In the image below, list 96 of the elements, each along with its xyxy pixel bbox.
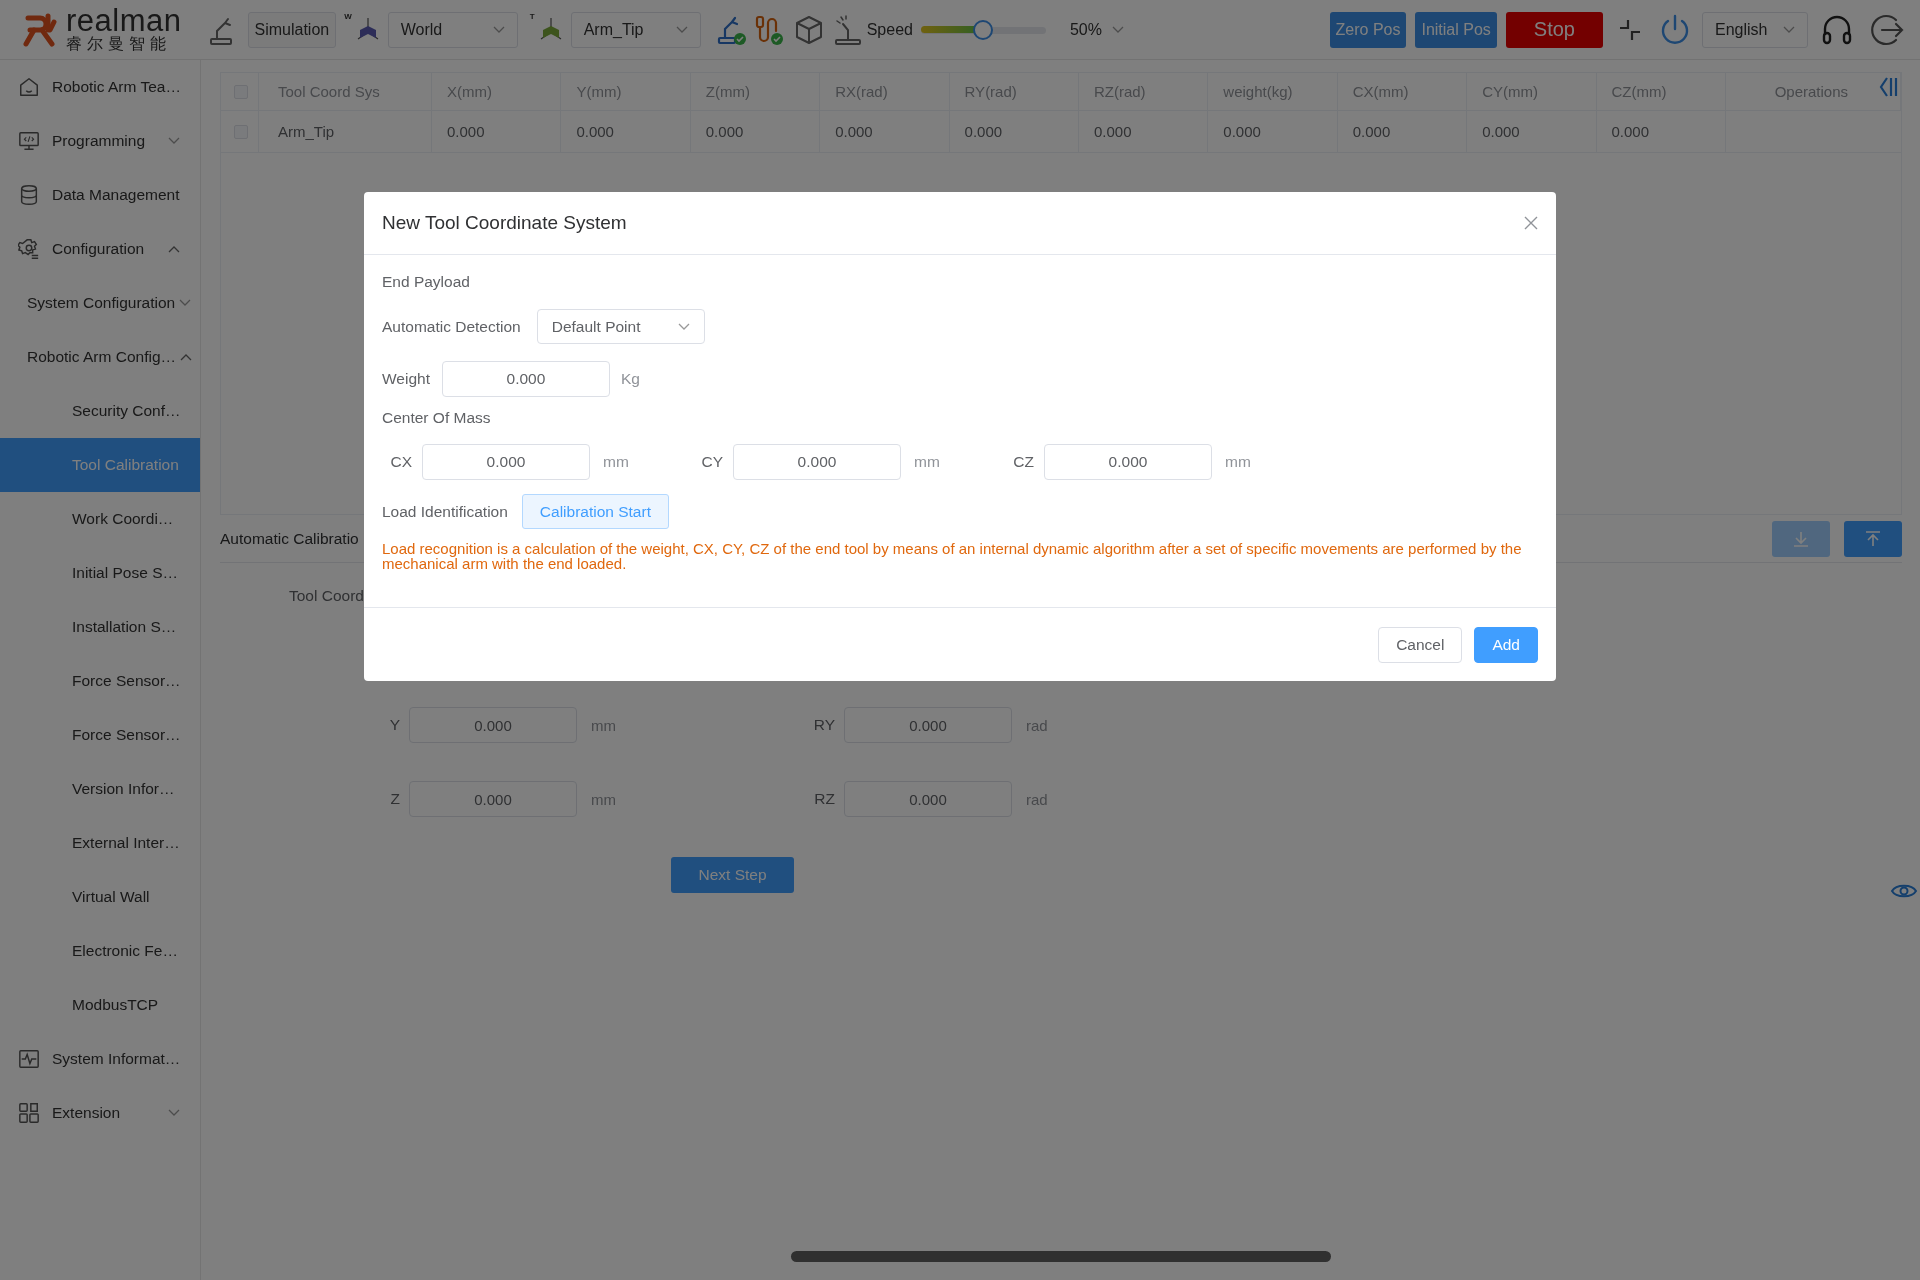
- sidebar-item[interactable]: Version Infor…: [0, 762, 200, 816]
- collapse-panel-icon[interactable]: [1879, 75, 1899, 99]
- field-label: Z: [389, 790, 400, 808]
- table-cell: 0.000: [1078, 111, 1209, 152]
- caret-icon: [492, 25, 505, 34]
- unit-label: Kg: [620, 370, 640, 388]
- table-cell: 0.000: [1208, 111, 1338, 152]
- gear-icon: [18, 237, 40, 261]
- table-cell: Arm_Tip: [259, 111, 432, 152]
- number-field[interactable]: 0.000: [1044, 444, 1212, 480]
- sidebar-item[interactable]: Robotic Arm Config…: [0, 330, 200, 384]
- field-label: RY: [812, 716, 835, 734]
- sidebar-item[interactable]: External Inter…: [0, 816, 200, 870]
- brand-subtitle: 睿尔曼智能: [66, 35, 172, 52]
- upload-button[interactable]: [1844, 520, 1902, 557]
- dialog-button[interactable]: Add: [1474, 626, 1538, 663]
- sidebar-item[interactable]: Extension: [0, 1086, 200, 1140]
- tool-select[interactable]: Arm_Tip: [570, 11, 701, 48]
- table-cell: 0.000: [1467, 111, 1597, 152]
- sidebar-item[interactable]: Programming: [0, 114, 200, 168]
- number-field[interactable]: 0.000: [441, 361, 610, 397]
- dialog-title: New Tool Coordinate System: [382, 212, 627, 234]
- number-field[interactable]: 0.000: [409, 707, 577, 743]
- field-label: Load Identification: [382, 502, 508, 521]
- calibration-start-button[interactable]: Calibration Start: [521, 494, 669, 529]
- number-field[interactable]: 0.000: [844, 781, 1012, 817]
- table-cell: 0.000: [949, 111, 1079, 152]
- sidebar-item[interactable]: Virtual Wall: [0, 870, 200, 924]
- toolbar-button[interactable]: Stop: [1505, 11, 1603, 48]
- speed-slider[interactable]: [920, 18, 1046, 41]
- axis-letter: W: [344, 12, 352, 21]
- sidebar-item[interactable]: Security Conf…: [0, 384, 200, 438]
- field-label: Y: [388, 716, 400, 734]
- upload-icon: [1863, 528, 1883, 549]
- house-icon: [18, 75, 40, 99]
- logo-icon: [20, 11, 60, 48]
- monitor-code-icon: [18, 129, 40, 153]
- sidebar-item[interactable]: Force Sensor…: [0, 708, 200, 762]
- dialog-button[interactable]: Cancel: [1378, 626, 1463, 663]
- sidebar-item[interactable]: Initial Pose S…: [0, 546, 200, 600]
- table-cell: 0.000: [820, 111, 950, 152]
- number-field[interactable]: 0.000: [733, 444, 901, 480]
- axis-letter: T: [529, 12, 535, 21]
- sidebar-item[interactable]: Force Sensor…: [0, 654, 200, 708]
- toolbar-button[interactable]: Initial Pos: [1415, 11, 1497, 48]
- language-select[interactable]: English: [1702, 11, 1808, 48]
- cable-check-icon[interactable]: [754, 13, 785, 46]
- field-label: Weight: [382, 370, 430, 388]
- sidebar-item[interactable]: Data Management: [0, 168, 200, 222]
- sidebar-item[interactable]: Robotic Arm Tea…: [0, 60, 200, 114]
- field-label: RZ: [813, 790, 835, 808]
- table-cell: 0.000: [1596, 111, 1726, 152]
- sidebar-item[interactable]: Electronic Fe…: [0, 924, 200, 978]
- scrollbar-thumb[interactable]: [791, 1251, 1331, 1262]
- sidebar-item[interactable]: System Informat…: [0, 1032, 200, 1086]
- speed-label: Speed: [866, 20, 913, 39]
- number-field[interactable]: 0.000: [422, 444, 590, 480]
- pulse-monitor-icon: [18, 1047, 40, 1071]
- coordinate-select[interactable]: World: [387, 11, 518, 48]
- number-field[interactable]: 0.000: [409, 781, 577, 817]
- section-title: Center Of Mass: [382, 408, 492, 428]
- speed-select[interactable]: 50%: [1057, 11, 1136, 48]
- caret-icon: [1111, 25, 1124, 34]
- unit-label: mm: [914, 453, 940, 471]
- brand-name: realman: [66, 7, 182, 34]
- sidebar-item[interactable]: Configuration: [0, 222, 200, 276]
- slider-thumb[interactable]: [973, 19, 994, 40]
- caret-icon: [675, 25, 688, 34]
- unit-label: mm: [1225, 453, 1251, 471]
- table-cell: 0.000: [432, 111, 562, 152]
- table-cell: 0.000: [1337, 111, 1468, 152]
- field-label: CY: [700, 453, 723, 471]
- field-label: Tool Coord: [289, 587, 365, 606]
- grid-icon: [18, 1101, 40, 1125]
- sidebar-item[interactable]: System Configuration: [0, 276, 200, 330]
- number-field[interactable]: 0.000: [844, 707, 1012, 743]
- sidebar-item[interactable]: ModbusTCP: [0, 978, 200, 1032]
- simulation-button[interactable]: Simulation: [247, 11, 337, 48]
- robot-arm-speed-icon: [832, 13, 863, 46]
- table-cell: 0.000: [690, 111, 821, 152]
- table-cell: 0.000: [561, 111, 691, 152]
- sidebar-item[interactable]: Installation S…: [0, 600, 200, 654]
- caret-icon: [1783, 25, 1795, 34]
- warning-text: Load recognition is a calculation of the weight, CX, CY, CZ of the end tool by means of an internal dynamic algorithm after a set of specific movements are performed by the mechanical arm with the end loaded.: [382, 541, 1523, 571]
- close-icon[interactable]: [1524, 216, 1538, 230]
- tab[interactable]: Automatic Calibratio: [220, 529, 359, 548]
- database-icon: [18, 183, 40, 207]
- caret-icon: [677, 322, 690, 331]
- field-label: CX: [389, 453, 412, 471]
- toolbar-button[interactable]: Zero Pos: [1329, 11, 1407, 48]
- section-title: End Payload: [382, 272, 471, 292]
- sidebar-item[interactable]: Work Coordi…: [0, 492, 200, 546]
- field-label: CZ: [1012, 453, 1034, 471]
- unit-label: mm: [603, 453, 629, 471]
- detection-select[interactable]: Default Point: [536, 309, 705, 344]
- field-label: Automatic Detection: [382, 317, 521, 336]
